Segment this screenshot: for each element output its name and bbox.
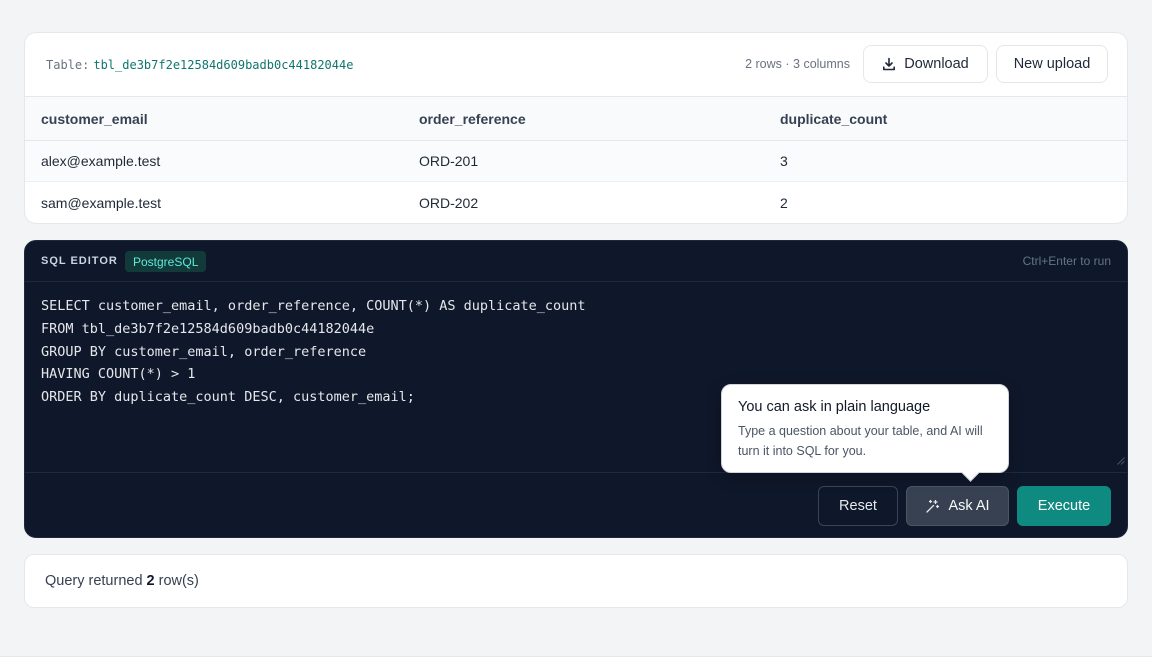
dialect-badge: PostgreSQL — [125, 251, 207, 272]
editor-header: SQL EDITOR PostgreSQL Ctrl+Enter to run — [25, 241, 1127, 282]
table-preview-card: Table: tbl_de3b7f2e12584d609badb0c4418204… — [24, 32, 1128, 224]
column-header[interactable]: duplicate_count — [780, 97, 887, 140]
table-cell: sam@example.test — [41, 194, 162, 211]
tooltip-title: You can ask in plain language — [738, 399, 931, 415]
column-header[interactable]: customer_email — [41, 97, 148, 140]
sql-code-input[interactable]: SELECT customer_email, order_reference, … — [41, 295, 586, 409]
table-cell: 2 — [780, 194, 788, 211]
table-cell: ORD-201 — [419, 153, 479, 169]
download-label: Download — [904, 56, 969, 72]
result-suffix: row(s) — [158, 573, 199, 589]
reset-button[interactable]: Reset — [818, 486, 898, 526]
table-name: tbl_de3b7f2e12584d609badb0c44182044e — [93, 58, 354, 72]
table-stats: 2 rows · 3 columns — [745, 57, 850, 71]
table-cell: 3 — [780, 153, 788, 169]
ask-ai-button[interactable]: Ask AI — [906, 486, 1009, 526]
result-count: 2 — [146, 573, 155, 589]
table-header-row: customer_email order_reference duplicate… — [25, 96, 1127, 141]
download-button[interactable]: Download — [863, 45, 988, 83]
table-row: alex@example.test ORD-201 3 — [25, 141, 1127, 182]
column-header[interactable]: order_reference — [419, 97, 526, 140]
table-label-prefix: Table: — [46, 58, 90, 72]
data-table: customer_email order_reference duplicate… — [25, 96, 1127, 223]
download-icon — [883, 57, 896, 71]
table-cell: alex@example.test — [41, 153, 161, 169]
ask-ai-label: Ask AI — [948, 498, 990, 514]
editor-footer: Reset Ask AI Execute — [25, 472, 1127, 537]
sparkle-icon — [926, 499, 940, 513]
resize-handle-icon[interactable] — [1116, 456, 1125, 465]
editor-title: SQL EDITOR — [41, 255, 118, 267]
result-prefix: Query returned — [45, 573, 143, 589]
table-label: Table: tbl_de3b7f2e12584d609badb0c4418204… — [46, 58, 353, 72]
new-upload-button[interactable]: New upload — [996, 45, 1108, 83]
table-card-header: Table: tbl_de3b7f2e12584d609badb0c4418204… — [25, 33, 1127, 96]
tooltip-body: Type a question about your table, and AI… — [738, 424, 983, 458]
table-row: sam@example.test ORD-202 2 — [25, 182, 1127, 223]
run-shortcut-hint: Ctrl+Enter to run — [1022, 254, 1111, 268]
execute-button[interactable]: Execute — [1017, 486, 1111, 526]
ask-ai-tooltip: You can ask in plain language Type a que… — [721, 384, 1009, 473]
query-result-bar: Query returned 2 row(s) — [24, 554, 1128, 608]
table-cell: ORD-202 — [419, 194, 479, 211]
